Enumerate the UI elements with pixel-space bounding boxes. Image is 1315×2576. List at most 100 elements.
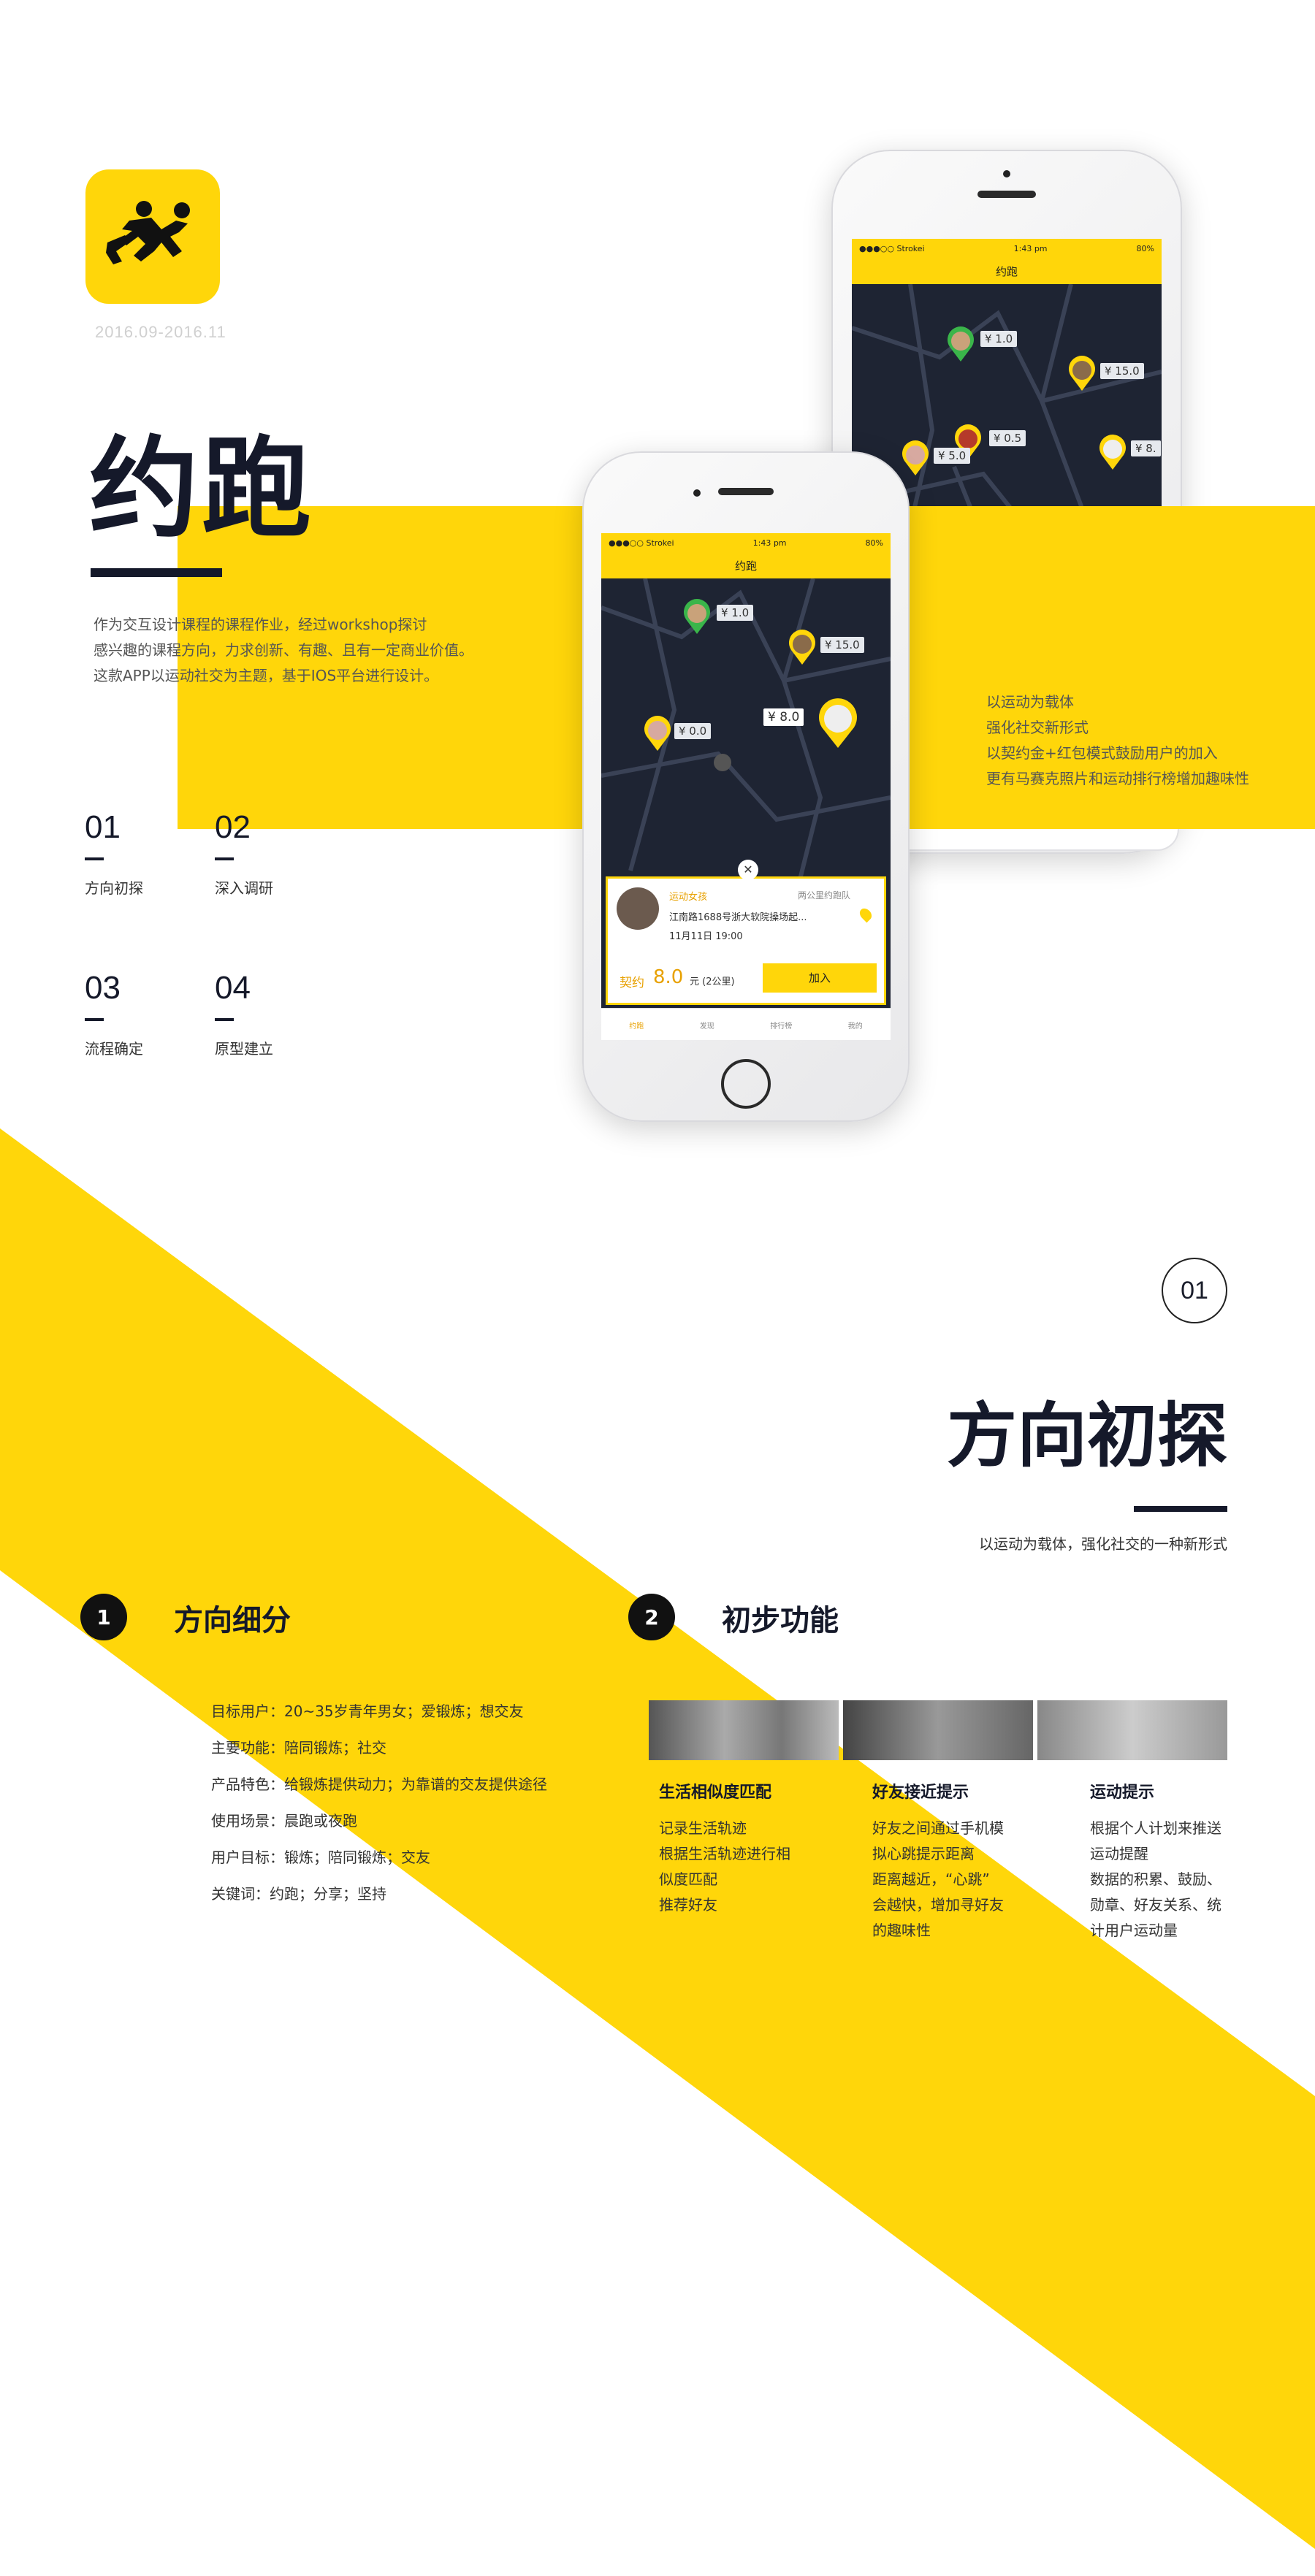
deposit-value: 8.0 [653,966,684,988]
part-2-heading: 初步功能 [722,1604,839,1637]
list-item: 用户目标：锻炼；陪同锻炼；交友 [211,1849,430,1866]
status-bar: ●●●○○ Strokei 1:43 pm 80% [601,533,891,552]
close-icon[interactable]: ✕ [738,860,758,880]
step-number: 02 [215,809,251,845]
project-dates: 2016.09-2016.11 [95,323,226,341]
photo-friends [843,1700,1033,1760]
price-tag: ¥ 0.5 [989,430,1026,446]
column-line: 距离越近，“心跳” [872,1870,990,1888]
user-pin-selected[interactable] [816,698,860,749]
column-line: 似度匹配 [659,1870,717,1888]
distance-text: 两公里约跑队 [798,890,851,901]
running-people-icon [106,201,190,264]
status-bar: ●●●○○ Strokei 1:43 pm 80% [852,239,1162,258]
deposit-unit: 元 (2公里) [690,976,735,987]
carrier-text: ●●●○○ Strokei [859,243,925,253]
activity-card[interactable]: ✕ 运动女孩 两公里约跑队 江南路1688号浙大软院操场起... 11月11日 … [606,860,886,1005]
step-label: 原型建立 [215,1040,273,1058]
user-pin[interactable] [642,716,673,752]
step-divider [215,857,234,860]
user-tag: 运动女孩 [669,892,708,903]
section-number: 01 [1162,1258,1227,1323]
intro-line: 这款APP以运动社交为主题，基于IOS平台进行设计。 [94,667,439,684]
feature-line: 以运动为载体 [986,693,1074,711]
column-title: 好友接近提示 [872,1784,969,1802]
deposit-label: 契约 [620,976,644,990]
step-01: 01 方向初探 [85,809,143,898]
intro-line: 感兴趣的课程方向，力求创新、有趣、且有一定商业价值。 [94,641,473,659]
step-label: 深入调研 [215,879,273,897]
column-body: 好友之间通过手机模 拟心跳提示距离 距离越近，“心跳” 会越快，增加寻好友 的趣… [872,1816,1004,1944]
carrier-text: ●●●○○ Strokei [609,538,674,548]
tab-ranking[interactable]: 排行榜 [770,1020,792,1031]
price-tag: ¥ 8. [1131,440,1161,456]
column-title: 生活相似度匹配 [659,1784,772,1802]
column-line: 运动提醒 [1090,1845,1148,1862]
direction-list: 目标用户：20~35岁青年男女；爱锻炼；想交友 主要功能：陪同锻炼；社交 产品特… [211,1693,547,1912]
photo-runner [1037,1700,1227,1760]
feature-line: 强化社交新形式 [986,719,1089,736]
battery-text: 80% [1136,243,1154,253]
tab-discover[interactable]: 发现 [700,1020,714,1031]
column-line: 会越快，增加寻好友 [872,1896,1004,1914]
price-tag: ¥ 1.0 [717,605,754,621]
list-item: 目标用户：20~35岁青年男女；爱锻炼；想交友 [211,1702,524,1720]
feature-line: 更有马赛克照片和运动排行榜增加趣味性 [986,770,1249,787]
app-title: 约跑 [89,426,315,553]
step-divider [85,1018,104,1021]
column-line: 推荐好友 [659,1896,717,1914]
column-line: 计用户运动量 [1090,1922,1178,1939]
tab-yuepao[interactable]: 约跑 [629,1020,644,1031]
feature-column-3: 运动提示 根据个人计划来推送 运动提醒 数据的积累、鼓励、 勋章、好友关系、统 … [1090,1779,1221,1944]
step-03: 03 流程确定 [85,970,143,1058]
title-underline [91,568,222,577]
price-tag: ¥ 15.0 [1100,363,1144,379]
app-logo [85,169,220,304]
speaker [977,191,1036,198]
step-divider [215,1018,234,1021]
step-label: 流程确定 [85,1040,143,1058]
nav-title: 约跑 [601,552,891,578]
front-camera [693,489,701,497]
section-title: 方向初探 [947,1395,1227,1477]
photo-bicycle [649,1700,839,1760]
join-button[interactable]: 加入 [763,963,877,993]
step-divider [85,857,104,860]
home-button[interactable] [721,1059,771,1109]
feature-column-2: 好友接近提示 好友之间通过手机模 拟心跳提示距离 距离越近，“心跳” 会越快，增… [872,1779,1004,1944]
column-title: 运动提示 [1090,1784,1155,1802]
column-body: 根据个人计划来推送 运动提醒 数据的积累、鼓励、 勋章、好友关系、统 计用户运动… [1090,1816,1221,1944]
user-pin[interactable] [787,630,817,666]
feature-column-1: 生活相似度匹配 记录生活轨迹 根据生活轨迹进行相 似度匹配 推荐好友 [659,1779,790,1918]
step-02: 02 深入调研 [215,809,273,898]
feature-line: 以契约金+红包模式鼓励用户的加入 [986,744,1218,762]
tab-me[interactable]: 我的 [848,1020,863,1031]
column-body: 记录生活轨迹 根据生活轨迹进行相 似度匹配 推荐好友 [659,1816,790,1918]
price-tag: ¥ 15.0 [820,637,864,653]
user-pin[interactable] [900,440,931,477]
front-camera [1003,170,1010,177]
tab-bar: 约跑 发现 排行榜 我的 [601,1008,891,1040]
user-pin[interactable] [1097,435,1128,471]
time-text: 1:43 pm [1013,243,1048,253]
list-item: 使用场景：晨跑或夜跑 [211,1812,357,1830]
part-1-heading: 方向细分 [174,1604,291,1637]
column-line: 的趣味性 [872,1922,931,1939]
user-pin[interactable] [682,599,712,635]
column-line: 好友之间通过手机模 [872,1819,1004,1837]
phone-front: ●●●○○ Strokei 1:43 pm 80% 约跑 ¥ 1.0 ¥ 15.… [582,451,910,1122]
user-pin[interactable] [945,326,976,363]
avatar[interactable] [617,887,659,930]
list-item: 主要功能：陪同锻炼；社交 [211,1739,386,1757]
section-underline [1134,1506,1227,1512]
step-label: 方向初探 [85,879,143,897]
part-1-bullet: 1 [80,1594,127,1640]
user-pin[interactable] [1067,356,1097,392]
column-line: 数据的积累、鼓励、 [1090,1870,1221,1888]
section-subtitle: 以运动为载体，强化社交的一种新形式 [979,1535,1227,1553]
part-2-bullet: 2 [628,1594,675,1640]
time-text: 1:43 pm [752,538,787,548]
step-number: 01 [85,809,121,845]
column-line: 根据生活轨迹进行相 [659,1845,790,1862]
step-number: 03 [85,970,121,1006]
